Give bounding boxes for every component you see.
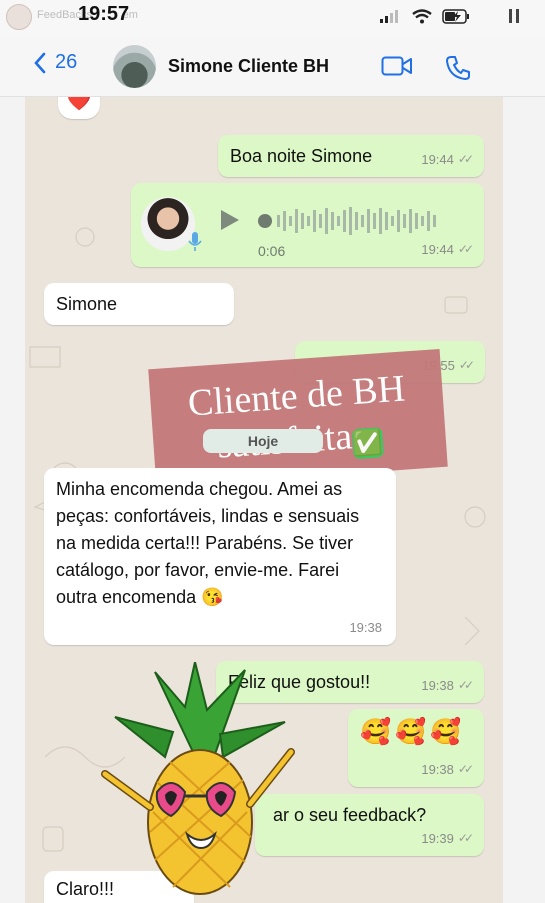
- check-mark-icon: ✅: [351, 426, 384, 459]
- date-separator: Hoje: [203, 429, 323, 453]
- back-button[interactable]: 26: [33, 51, 77, 74]
- microphone-icon: [188, 232, 202, 251]
- message-text: Boa noite Simone: [230, 146, 373, 166]
- emoji-reaction: 🥰🥰🥰: [360, 718, 466, 746]
- call-actions: [381, 55, 471, 81]
- message-text: Simone: [56, 294, 118, 314]
- chat-header: 26 Simone Cliente BH: [0, 36, 545, 97]
- waveform[interactable]: [257, 204, 457, 238]
- message-time: 19:38 ✓✓: [421, 678, 474, 693]
- story-avatar[interactable]: [6, 4, 32, 30]
- voice-sender-avatar: [141, 197, 195, 251]
- heart-icon: ❤️: [66, 97, 92, 112]
- unread-count: 26: [55, 51, 78, 73]
- pineapple-leaves: [114, 662, 286, 759]
- story-caption-sticker: Cliente de BH satisfeita✅: [148, 348, 448, 488]
- phone-icon[interactable]: [445, 55, 471, 81]
- chevron-left-icon: [34, 52, 46, 73]
- message-incoming[interactable]: Minha encomenda chegou. Amei as peças: c…: [44, 468, 396, 645]
- message-time: 19:44 ✓✓: [421, 152, 474, 167]
- status-icons: [380, 7, 470, 25]
- signal-icon: [380, 10, 398, 23]
- contact-name[interactable]: Simone Cliente BH: [168, 56, 329, 77]
- message-time: 19:38 ✓✓: [421, 762, 474, 777]
- play-icon[interactable]: [219, 208, 241, 232]
- message-time: 19:39 ✓✓: [421, 831, 474, 846]
- message-text: Minha encomenda chegou. Amei as peças: c…: [56, 479, 360, 607]
- contact-avatar[interactable]: [113, 45, 156, 88]
- voice-duration: 0:06: [258, 243, 286, 259]
- voice-message[interactable]: 0:06 19:44 ✓✓: [131, 183, 484, 267]
- pineapple-sticker: [101, 662, 295, 895]
- message-incoming[interactable]: Simone: [44, 283, 234, 325]
- message-heart-reaction[interactable]: ❤️: [58, 97, 100, 119]
- pause-icon[interactable]: [509, 9, 519, 23]
- battery-icon: [442, 8, 469, 24]
- status-clock: 19:57: [78, 3, 130, 25]
- wifi-icon: [412, 8, 432, 23]
- story-bar: FeedBacks em 19:57: [0, 0, 545, 36]
- message-time: 19:44 ✓✓: [421, 242, 474, 257]
- message-outgoing[interactable]: 🥰🥰🥰 19:38 ✓✓: [348, 709, 484, 787]
- video-call-icon[interactable]: [381, 55, 413, 77]
- message-outgoing[interactable]: Boa noite Simone 19:44 ✓✓: [218, 135, 484, 177]
- message-time: 19:38: [349, 620, 382, 635]
